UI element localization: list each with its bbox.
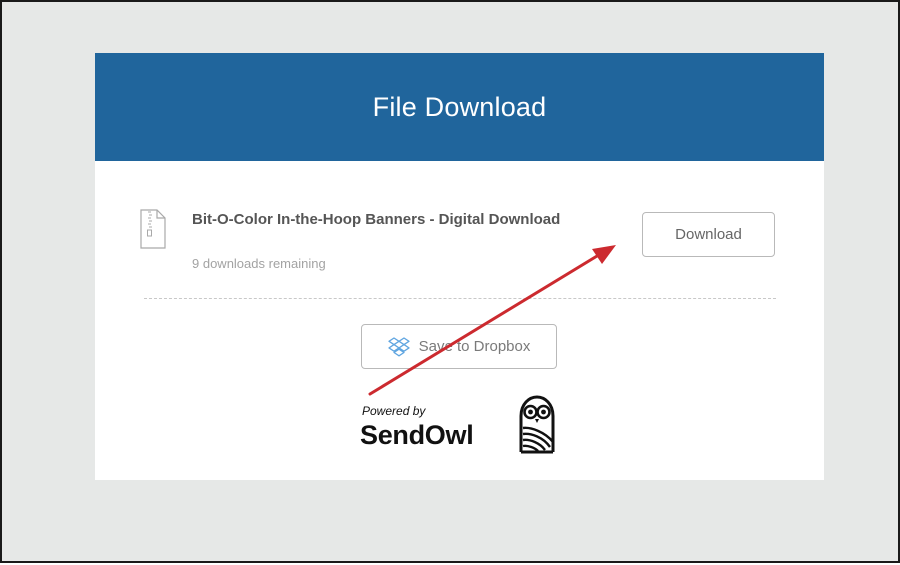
divider (144, 298, 776, 299)
screenshot-frame: File Download Bit-O-Color In-the-Hoop Ba… (0, 0, 900, 563)
dropbox-icon (387, 336, 410, 356)
card-header: File Download (95, 53, 824, 161)
sendowl-wordmark: SendOwl (360, 420, 474, 450)
file-name: Bit-O-Color In-the-Hoop Banners - Digita… (192, 211, 561, 228)
save-to-dropbox-label: Save to Dropbox (418, 338, 531, 355)
download-button[interactable]: Download (642, 212, 775, 257)
page-title: File Download (372, 91, 547, 122)
zip-file-icon (140, 209, 166, 249)
downloads-remaining: 9 downloads remaining (192, 256, 326, 271)
owl-logo-icon (519, 395, 555, 454)
save-to-dropbox-button[interactable]: Save to Dropbox (361, 324, 557, 369)
powered-by-label: Powered by (362, 404, 426, 418)
